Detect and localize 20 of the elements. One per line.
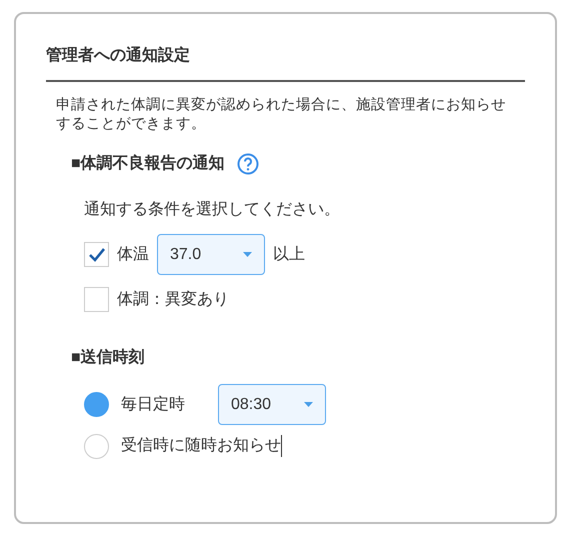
checkbox[interactable]	[84, 242, 109, 267]
dropdown[interactable]: 37.0	[157, 234, 265, 275]
dropdown[interactable]: 08:30	[218, 384, 326, 425]
radio-button[interactable]	[84, 392, 109, 417]
checkmark-icon	[88, 247, 106, 262]
description: 申請された体調に異変が認められた場合に、施設管理者にお知らせすることができます。	[56, 96, 507, 134]
radio-button[interactable]	[84, 434, 109, 458]
checkbox[interactable]	[84, 287, 109, 312]
help-icon[interactable]	[236, 153, 259, 175]
instruction: 通知する条件を選択してください。	[84, 200, 341, 220]
card-title: 管理者への通知設定	[46, 44, 525, 82]
section-heading: ■送信時刻	[71, 347, 145, 368]
checkbox-label: 体調：異変あり	[117, 290, 229, 310]
checkbox-label: 体温	[117, 244, 149, 264]
radio-label: 毎日定時	[121, 394, 186, 414]
caret-icon	[304, 402, 313, 407]
suffix-label: 以上	[273, 244, 305, 264]
radio-label: 受信時に随時お知らせ	[121, 436, 281, 456]
caret-icon	[243, 252, 252, 257]
section-heading: ■体調不良報告の通知	[71, 153, 225, 174]
